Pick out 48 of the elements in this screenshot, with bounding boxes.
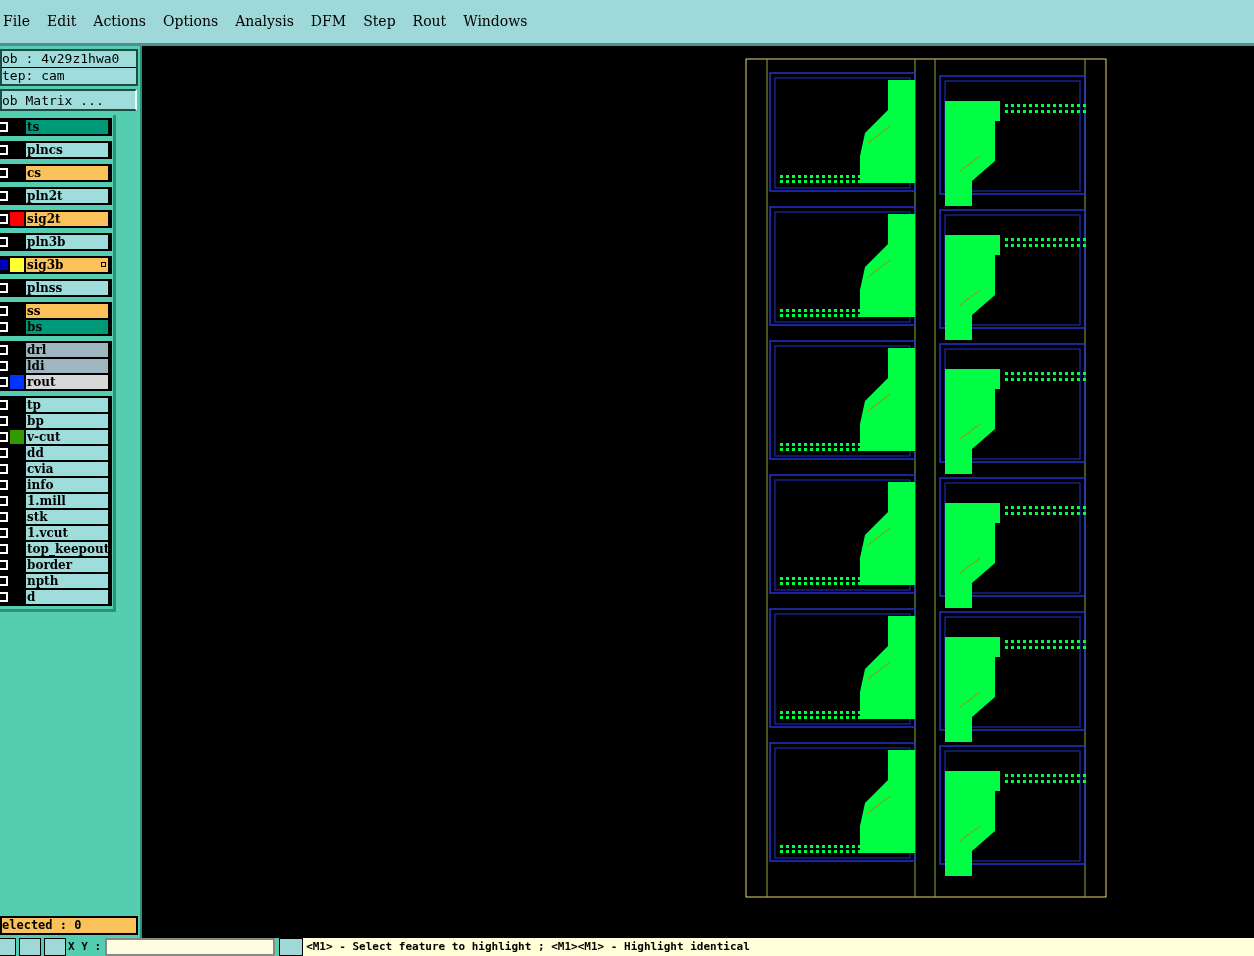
menu-item[interactable]: Actions xyxy=(93,11,146,32)
expand-icon[interactable] xyxy=(101,262,106,267)
layer-item[interactable]: drl xyxy=(26,343,108,357)
layer-item[interactable]: ss xyxy=(26,304,108,318)
step-name: tep: cam xyxy=(2,68,66,84)
menu-item[interactable]: File xyxy=(3,11,30,32)
tool-button[interactable] xyxy=(279,938,304,956)
layer-item[interactable]: ts xyxy=(26,120,108,134)
layer-item[interactable]: d xyxy=(26,590,108,604)
layer-item[interactable]: cvia xyxy=(26,462,108,476)
layer-item[interactable]: bp xyxy=(26,414,108,428)
tool-button[interactable] xyxy=(0,938,16,956)
layer-item[interactable]: sig3b xyxy=(26,258,108,272)
tool-button[interactable] xyxy=(44,938,66,956)
layer-item[interactable]: border xyxy=(26,558,108,572)
coordinates-field[interactable] xyxy=(105,938,276,956)
layer-checkbox[interactable] xyxy=(0,260,8,270)
menu-item[interactable]: Edit xyxy=(46,11,77,32)
layer-item[interactable]: 1.vcut xyxy=(26,526,108,540)
layer-item[interactable]: plncs xyxy=(26,143,108,157)
layer-item[interactable]: rout xyxy=(26,375,108,389)
layer-item[interactable]: npth xyxy=(26,574,108,588)
layer-item[interactable]: info xyxy=(26,478,108,492)
layer-item[interactable]: 1.mill xyxy=(26,494,108,508)
layer-item[interactable]: ldi xyxy=(26,359,108,373)
layer-item[interactable]: top_keepout xyxy=(26,542,108,556)
layer-item[interactable]: v-cut xyxy=(26,430,108,444)
layer-item[interactable]: stk xyxy=(26,510,108,524)
coordinates-label: X Y : xyxy=(68,938,102,955)
layer-item[interactable]: pln2t xyxy=(26,189,108,203)
menu-item[interactable]: Analysis xyxy=(235,11,294,32)
layer-item[interactable]: cs xyxy=(26,166,108,180)
layer-item[interactable]: pln3b xyxy=(26,235,108,249)
selected-count: elected : 0 xyxy=(0,916,138,935)
menu-item[interactable]: Step xyxy=(363,11,396,32)
layer-item[interactable]: sig2t xyxy=(26,212,108,226)
tool-button[interactable] xyxy=(19,938,41,956)
layer-item[interactable]: tp xyxy=(26,398,108,412)
menu-item[interactable]: DFM xyxy=(310,11,347,32)
layer-item[interactable]: bs xyxy=(26,320,108,334)
menu-item[interactable]: Options xyxy=(162,11,219,32)
layer-item[interactable]: plnss xyxy=(26,281,108,295)
menu-item[interactable]: Windows xyxy=(463,11,528,32)
job-matrix-button[interactable]: ob Matrix ... xyxy=(0,89,137,111)
menu-item[interactable]: Rout xyxy=(412,11,447,32)
status-message: <M1> - Select feature to highlight ; <M1><M1> - Highlight identical xyxy=(303,938,1254,956)
layer-item[interactable]: dd xyxy=(26,446,108,460)
job-name: ob : 4v29z1hwa0 xyxy=(2,51,136,68)
